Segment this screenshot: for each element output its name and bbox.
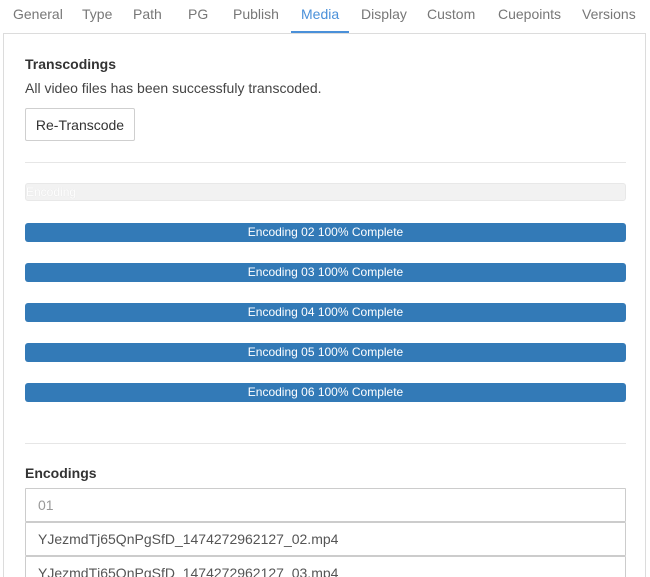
progress-bar-empty-label: Encoding xyxy=(26,185,77,199)
encoding-field-02[interactable] xyxy=(25,522,626,556)
tab-path[interactable]: Path xyxy=(133,0,162,34)
progress-label: Encoding 04 100% Complete xyxy=(247,305,404,319)
progress-label: Encoding 05 100% Complete xyxy=(247,345,404,359)
tab-versions[interactable]: Versions xyxy=(582,0,636,34)
tab-bar: General Type Path PG Publish Media Displ… xyxy=(0,0,650,34)
encodings-title: Encodings xyxy=(25,465,97,481)
encoding-field-03[interactable] xyxy=(25,556,626,577)
encoding-field-01[interactable] xyxy=(25,488,626,522)
tab-general[interactable]: General xyxy=(13,0,63,34)
progress-label: Encoding 06 100% Complete xyxy=(247,385,404,399)
tab-media[interactable]: Media xyxy=(291,0,350,34)
tab-type[interactable]: Type xyxy=(82,0,112,34)
progress-bar: Encoding 04 100% Complete xyxy=(25,303,626,322)
progress-bar-empty: Encoding xyxy=(25,183,626,201)
progress-bar: Encoding 03 100% Complete xyxy=(25,263,626,282)
progress-bar: Encoding 05 100% Complete xyxy=(25,343,626,362)
divider xyxy=(25,443,626,444)
tab-publish[interactable]: Publish xyxy=(233,0,279,34)
re-transcode-button[interactable]: Re-Transcode xyxy=(25,108,135,141)
tab-cuepoints[interactable]: Cuepoints xyxy=(498,0,561,34)
transcodings-message: All video files has been successfuly tra… xyxy=(25,80,322,96)
progress-label: Encoding 02 100% Complete xyxy=(247,225,404,239)
tab-custom[interactable]: Custom xyxy=(427,0,475,34)
progress-label: Encoding 03 100% Complete xyxy=(247,265,404,279)
progress-bar: Encoding 06 100% Complete xyxy=(25,383,626,402)
tab-display[interactable]: Display xyxy=(361,0,407,34)
tab-pg[interactable]: PG xyxy=(188,0,208,34)
transcodings-title: Transcodings xyxy=(25,56,117,72)
progress-bar: Encoding 02 100% Complete xyxy=(25,223,626,242)
media-panel: Transcodings All video files has been su… xyxy=(3,33,646,577)
divider xyxy=(25,162,626,163)
